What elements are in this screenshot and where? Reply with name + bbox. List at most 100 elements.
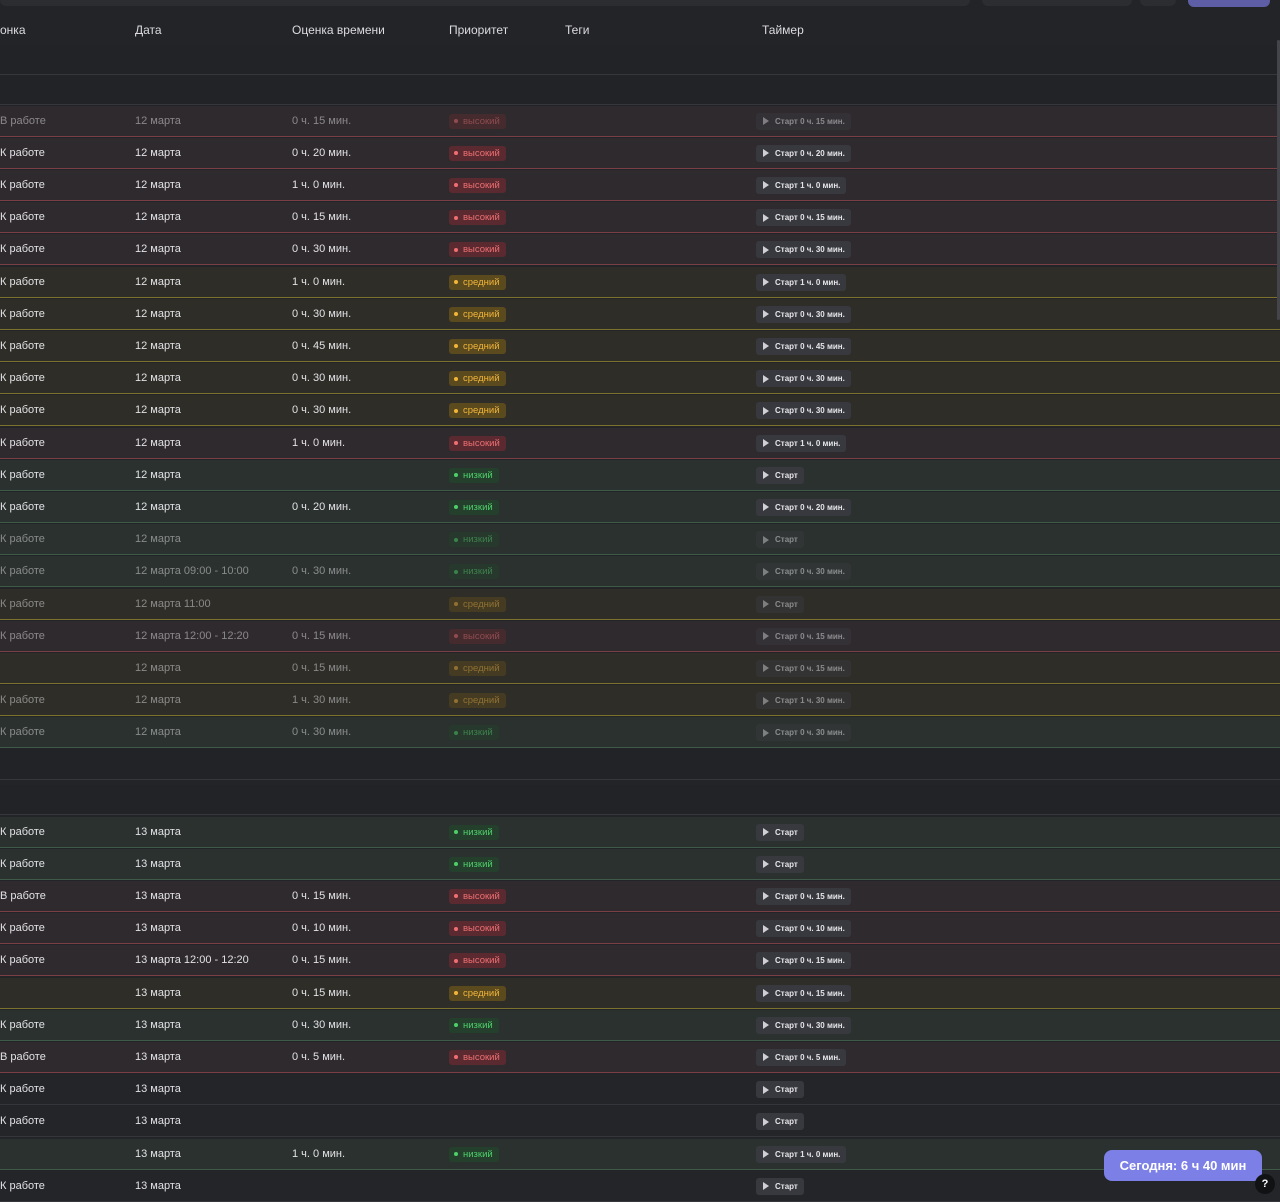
status-cell[interactable]: К работе [0, 147, 45, 159]
timer-start-button[interactable]: Старт [756, 466, 804, 484]
search-input[interactable] [0, 0, 970, 6]
priority-badge[interactable]: высокий [449, 628, 506, 644]
priority-badge[interactable]: высокий [449, 242, 506, 258]
table-row[interactable]: К работе 13 марта низкий Старт [0, 848, 1280, 880]
date-cell[interactable]: 13 марта [135, 1180, 181, 1192]
estimate-cell[interactable]: 0 ч. 30 мин. [292, 1019, 351, 1031]
timer-start-button[interactable]: Старт 0 ч. 30 мин. [756, 305, 851, 323]
priority-badge[interactable]: высокий [449, 435, 506, 451]
table-row[interactable]: К работе 13 марта 0 ч. 30 мин. низкий Старт … [0, 1009, 1280, 1041]
column-status[interactable]: онка [0, 23, 26, 37]
status-cell[interactable]: К работе [0, 437, 45, 449]
estimate-cell[interactable]: 1 ч. 0 мин. [292, 276, 345, 288]
table-row[interactable]: К работе 13 марта 12:00 - 12:20 0 ч. 15 ми… [0, 945, 1280, 977]
status-cell[interactable]: К работе [0, 372, 45, 384]
date-cell[interactable]: 13 марта 12:00 - 12:20 [135, 954, 249, 966]
status-cell[interactable]: К работе [0, 922, 45, 934]
timer-start-button[interactable]: Старт 0 ч. 15 мин. [756, 209, 851, 227]
priority-badge[interactable]: высокий [449, 921, 506, 937]
status-cell[interactable]: К работе [0, 694, 45, 706]
table-row[interactable]: К работе 13 марта Старт [0, 1106, 1280, 1138]
timer-start-button[interactable]: Старт 1 ч. 0 мин. [756, 1145, 847, 1163]
date-cell[interactable]: 12 марта [135, 276, 181, 288]
table-row[interactable]: К работе 12 марта 0 ч. 20 мин. низкий Старт … [0, 491, 1280, 523]
timer-start-button[interactable]: Старт 0 ч. 30 мин. [756, 402, 851, 420]
priority-badge[interactable]: низкий [449, 564, 499, 580]
status-cell[interactable]: В работе [0, 1051, 46, 1063]
estimate-cell[interactable]: 0 ч. 15 мин. [292, 115, 351, 127]
table-row[interactable]: К работе 12 марта 0 ч. 30 мин. средний Старт… [0, 298, 1280, 330]
priority-badge[interactable]: высокий [449, 953, 506, 969]
priority-badge[interactable]: средний [449, 306, 506, 322]
priority-badge[interactable]: средний [449, 371, 506, 387]
table-row[interactable]: К работе 12 марта низкий Старт [0, 459, 1280, 491]
date-cell[interactable]: 12 марта [135, 211, 181, 223]
priority-badge[interactable]: низкий [449, 467, 499, 483]
estimate-cell[interactable]: 0 ч. 15 мин. [292, 890, 351, 902]
date-cell[interactable]: 12 марта 11:00 [135, 598, 211, 610]
priority-badge[interactable]: низкий [449, 824, 499, 840]
column-estimate[interactable]: Оценка времени [292, 23, 385, 37]
column-tags[interactable]: Теги [565, 23, 589, 37]
estimate-cell[interactable]: 0 ч. 30 мин. [292, 726, 351, 738]
priority-badge[interactable]: высокий [449, 210, 506, 226]
estimate-cell[interactable]: 0 ч. 15 мин. [292, 954, 351, 966]
status-cell[interactable]: К работе [0, 340, 45, 352]
status-cell[interactable]: К работе [0, 469, 45, 481]
view-toggle-button[interactable] [1140, 0, 1176, 6]
priority-badge[interactable]: средний [449, 338, 506, 354]
timer-start-button[interactable]: Старт 0 ч. 30 мин. [756, 724, 851, 742]
timer-start-button[interactable]: Старт 0 ч. 20 мин. [756, 498, 851, 516]
status-cell[interactable]: К работе [0, 826, 45, 838]
priority-badge[interactable]: высокий [449, 888, 506, 904]
table-row[interactable]: В работе 13 марта 0 ч. 5 мин. высокий Старт … [0, 1041, 1280, 1073]
date-cell[interactable]: 12 марта [135, 501, 181, 513]
timer-start-button[interactable]: Старт 0 ч. 15 мин. [756, 984, 851, 1002]
table-row[interactable]: К работе 12 марта низкий Старт [0, 524, 1280, 556]
table-row[interactable]: К работе 12 марта 0 ч. 20 мин. высокий Старт… [0, 137, 1280, 169]
table-row[interactable]: К работе 13 марта низкий Старт [0, 816, 1280, 848]
timer-start-button[interactable]: Старт [756, 531, 804, 549]
status-cell[interactable]: К работе [0, 308, 45, 320]
estimate-cell[interactable]: 0 ч. 30 мин. [292, 565, 351, 577]
estimate-cell[interactable]: 0 ч. 10 мин. [292, 922, 351, 934]
estimate-cell[interactable]: 0 ч. 15 мин. [292, 987, 351, 999]
timer-start-button[interactable]: Старт 1 ч. 0 мин. [756, 273, 847, 291]
timer-start-button[interactable]: Старт 0 ч. 10 мин. [756, 920, 851, 938]
estimate-cell[interactable]: 0 ч. 20 мин. [292, 147, 351, 159]
date-cell[interactable]: 13 марта [135, 1148, 181, 1160]
timer-start-button[interactable]: Старт 0 ч. 15 мин. [756, 952, 851, 970]
date-cell[interactable]: 12 марта [135, 437, 181, 449]
table-row[interactable]: К работе 13 марта Старт [0, 1074, 1280, 1106]
timer-start-button[interactable]: Старт [756, 1081, 804, 1099]
date-cell[interactable]: 12 марта [135, 372, 181, 384]
status-cell[interactable]: К работе [0, 1115, 45, 1127]
timer-start-button[interactable]: Старт 0 ч. 30 мин. [756, 370, 851, 388]
priority-badge[interactable]: низкий [449, 1017, 499, 1033]
filter-select[interactable] [982, 0, 1132, 6]
timer-start-button[interactable]: Старт [756, 595, 804, 613]
timer-start-button[interactable]: Старт 0 ч. 20 мин. [756, 144, 851, 162]
estimate-cell[interactable]: 1 ч. 30 мин. [292, 694, 351, 706]
table-row[interactable]: В работе 13 марта 0 ч. 15 мин. высокий Старт… [0, 880, 1280, 912]
priority-badge[interactable]: средний [449, 403, 506, 419]
status-cell[interactable]: К работе [0, 726, 45, 738]
priority-badge[interactable]: средний [449, 693, 506, 709]
estimate-cell[interactable]: 0 ч. 15 мин. [292, 630, 351, 642]
date-cell[interactable]: 13 марта [135, 1019, 181, 1031]
date-cell[interactable]: 12 марта [135, 726, 181, 738]
status-cell[interactable]: К работе [0, 630, 45, 642]
timer-start-button[interactable]: Старт 0 ч. 45 мин. [756, 337, 851, 355]
priority-badge[interactable]: низкий [449, 725, 499, 741]
status-cell[interactable]: К работе [0, 276, 45, 288]
date-cell[interactable]: 13 марта [135, 1083, 181, 1095]
table-row[interactable]: К работе 12 марта 12:00 - 12:20 0 ч. 15 ми… [0, 620, 1280, 652]
estimate-cell[interactable]: 0 ч. 15 мин. [292, 662, 351, 674]
table-row[interactable]: К работе 12 марта 1 ч. 30 мин. средний Старт… [0, 685, 1280, 717]
priority-badge[interactable]: высокий [449, 1049, 506, 1065]
table-row[interactable]: К работе 12 марта 0 ч. 15 мин. высокий Старт… [0, 202, 1280, 234]
table-row[interactable]: 13 марта 0 ч. 15 мин. средний Старт 0 ч. 15… [0, 977, 1280, 1009]
table-row[interactable]: К работе 12 марта 1 ч. 0 мин. высокий Старт … [0, 427, 1280, 459]
status-cell[interactable]: К работе [0, 179, 45, 191]
column-timer[interactable]: Таймер [762, 23, 804, 37]
